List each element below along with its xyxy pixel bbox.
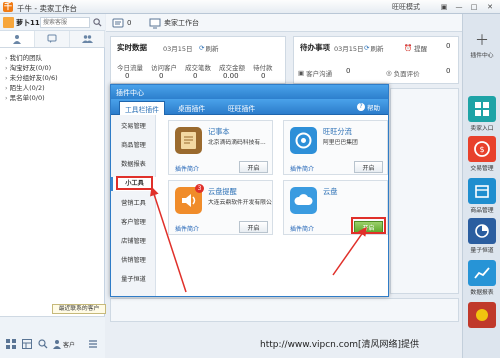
app-label: 卖家入口	[470, 126, 494, 132]
annotation-arrows	[150, 186, 367, 293]
quantum-icon[interactable]	[468, 218, 496, 244]
data-report-icon[interactable]	[468, 260, 496, 286]
app-label: 商品管理	[470, 208, 494, 214]
watermark: http://www.vipcn.com[清风网络]提供	[260, 340, 419, 350]
app-label: 交易管理	[470, 166, 494, 172]
right-app-bar: ＋ 插件中心 卖家入口 $ 交易管理 商品管理 量子恒道 数据报表	[462, 14, 500, 358]
app-icon[interactable]	[468, 302, 496, 328]
seller-entry-icon[interactable]	[468, 96, 496, 122]
svg-text:$: $	[479, 145, 484, 154]
add-plugin-icon[interactable]: ＋	[475, 30, 489, 50]
app-label: 量子恒道	[470, 248, 494, 254]
goods-manage-icon[interactable]	[468, 178, 496, 204]
app-label: 插件中心	[470, 53, 494, 59]
app-label: 数据报表	[470, 290, 494, 296]
trade-manage-icon[interactable]: $	[468, 136, 496, 162]
